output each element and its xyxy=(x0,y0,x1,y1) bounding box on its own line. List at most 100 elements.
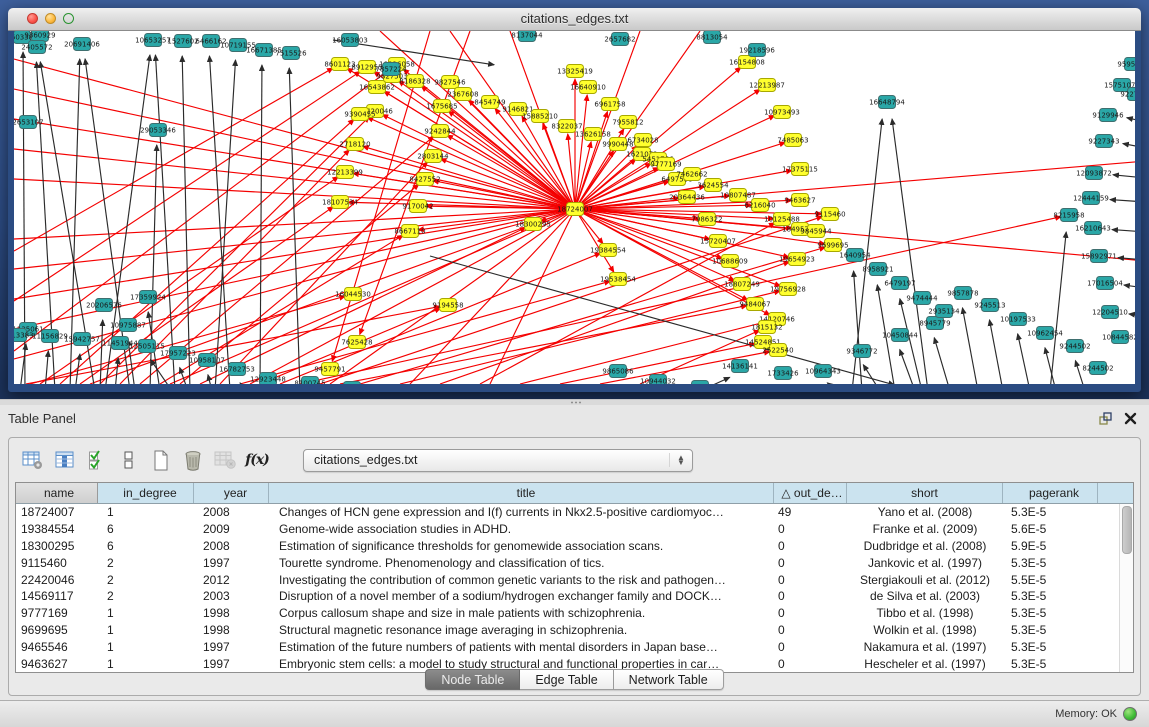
table-row[interactable]: 911546021997Tourette syndrome. Phenomeno… xyxy=(16,554,1133,571)
graph-node-label: 16210643 xyxy=(1075,224,1111,232)
show-columns-icon[interactable] xyxy=(53,447,77,473)
table-row[interactable]: 1456911722003Disruption of a novel membe… xyxy=(16,588,1133,605)
graph-node-label: 9474444 xyxy=(906,294,938,302)
close-panel-icon[interactable] xyxy=(1124,412,1137,430)
graph-edge xyxy=(863,365,880,384)
table-row[interactable]: 1938455462009Genome-wide association stu… xyxy=(16,521,1133,538)
graph-node-label: 8186328 xyxy=(399,77,430,85)
table-cell: 1 xyxy=(98,623,194,637)
table-cell: 5.5E-5 xyxy=(1003,573,1098,587)
table-row[interactable]: 2242004622012Investigating the contribut… xyxy=(16,571,1133,588)
table-cell: 0 xyxy=(774,589,847,603)
table-cell: 5.3E-5 xyxy=(1003,589,1098,603)
graph-node-label: 1733426 xyxy=(767,369,799,377)
graph-node-label: 7462662 xyxy=(676,170,707,178)
graph-edge xyxy=(100,320,103,384)
table-row[interactable]: 1872400712008Changes of HCN gene express… xyxy=(16,504,1133,521)
split-grip-icon xyxy=(570,401,582,404)
column-header-0[interactable]: name xyxy=(16,483,98,503)
select-rows-icon[interactable] xyxy=(85,447,109,473)
table-settings-icon[interactable] xyxy=(21,447,45,473)
table-scrollbar-thumb[interactable] xyxy=(1122,506,1132,554)
float-panel-icon[interactable] xyxy=(1099,412,1113,431)
table-cell: Dudbridge et al. (2008) xyxy=(847,539,1003,553)
graph-node-label: 15942757 xyxy=(64,335,100,343)
table-header-row: namein_degreeyeartitle△ out_de…shortpage… xyxy=(16,483,1133,504)
graph-edge xyxy=(962,308,978,384)
table-cell: 5.9E-5 xyxy=(1003,539,1098,553)
graph-node-label: 17359924 xyxy=(130,293,166,301)
graph-edge xyxy=(892,119,928,384)
table-cell: 2 xyxy=(98,589,194,603)
graph-node-label: 13626158 xyxy=(575,130,611,138)
graph-node-label: 15720407 xyxy=(700,237,736,245)
table-row[interactable]: 969969511998Structural magnetic resonanc… xyxy=(16,622,1133,639)
table-cell: Yano et al. (2008) xyxy=(847,505,1003,519)
graph-edge xyxy=(934,338,950,384)
function-builder-icon[interactable]: f(x) xyxy=(245,447,269,473)
table-cell: 0 xyxy=(774,573,847,587)
table-cell: 2012 xyxy=(194,573,269,587)
graph-node-label: 8427552 xyxy=(409,175,440,183)
table-scrollbar[interactable] xyxy=(1119,504,1133,672)
table-cell: Jankovic et al. (1997) xyxy=(847,556,1003,570)
new-column-icon[interactable] xyxy=(149,447,173,473)
column-header-4[interactable]: △ out_de… xyxy=(774,483,847,503)
graph-node-label: 9845944 xyxy=(800,227,832,235)
table-cell: 5.3E-5 xyxy=(1003,505,1098,519)
tab-node-table[interactable]: Node Table xyxy=(425,669,520,690)
graph-edge xyxy=(340,306,747,384)
table-row[interactable]: 946554611997Estimation of the future num… xyxy=(16,638,1133,655)
graph-node-label: 9170042 xyxy=(402,202,433,210)
graph-node-label: 16543862 xyxy=(359,83,395,91)
table-cell: Wolkin et al. (1998) xyxy=(847,623,1003,637)
graph-node-label: 2935134 xyxy=(928,307,960,315)
graph-node-label: 2367608 xyxy=(447,90,478,98)
graph-node-label: 2718120 xyxy=(339,140,370,148)
table-cell: 6 xyxy=(98,522,194,536)
graph-node-label: 19218596 xyxy=(739,46,775,54)
graph-node-label: 7857224 xyxy=(375,65,407,73)
table-cell: 2003 xyxy=(194,589,269,603)
table-tabs: Node TableEdge TableNetwork Table xyxy=(9,669,1140,690)
column-header-5[interactable]: short xyxy=(847,483,1003,503)
graph-node-label: 10688609 xyxy=(712,257,748,265)
table-row[interactable]: 1830029562008Estimation of significance … xyxy=(16,538,1133,555)
graph-edge xyxy=(1112,230,1135,232)
delete-table-icon[interactable] xyxy=(213,447,237,473)
graph-node-label: 8100745 xyxy=(294,379,325,384)
graph-node-label: 2803144 xyxy=(417,152,449,160)
graph-edge xyxy=(14,179,575,209)
graph-node-label: 15885210 xyxy=(522,112,558,120)
column-header-1[interactable]: in_degree xyxy=(98,483,194,503)
table-cell: 9115460 xyxy=(16,556,98,570)
delete-column-icon[interactable] xyxy=(181,447,205,473)
table-cell: 9777169 xyxy=(16,606,98,620)
graph-node-label: 10964343 xyxy=(805,367,841,375)
graph-node-label: 8322037 xyxy=(551,122,582,130)
graph-node-label: 9115460 xyxy=(814,210,845,218)
graph-node-label: 16782753 xyxy=(219,365,255,373)
column-header-3[interactable]: title xyxy=(269,483,774,503)
graph-edge xyxy=(209,56,230,384)
graph-node-label: 3913383 xyxy=(14,331,34,339)
window-titlebar[interactable]: citations_edges.txt xyxy=(8,8,1141,31)
graph-node-label: 16640910 xyxy=(570,83,606,91)
graph-edge xyxy=(1113,175,1135,178)
table-chooser-select[interactable]: citations_edges.txt ▲▼ xyxy=(303,449,693,472)
graph-node-label: 1527602 xyxy=(167,37,198,45)
tab-edge-table[interactable]: Edge Table xyxy=(520,669,613,690)
table-row[interactable]: 977716911998Corpus callosum shape and si… xyxy=(16,605,1133,622)
table-cell: Franke et al. (2009) xyxy=(847,522,1003,536)
column-header-6[interactable]: pagerank xyxy=(1003,483,1098,503)
column-header-2[interactable]: year xyxy=(194,483,269,503)
table-cell: 2 xyxy=(98,573,194,587)
graph-node-label: 8945779 xyxy=(919,319,950,327)
tab-network-table[interactable]: Network Table xyxy=(614,669,724,690)
table-cell: Estimation of significance thresholds fo… xyxy=(269,539,774,553)
table-mode-icon[interactable] xyxy=(117,447,141,473)
graph-node-label: 10944032 xyxy=(640,377,676,384)
network-canvas[interactable]: 1872400786011238912955182260589827503165… xyxy=(14,31,1135,384)
memory-ok-indicator xyxy=(1123,707,1137,721)
graph-edge xyxy=(1018,334,1030,384)
